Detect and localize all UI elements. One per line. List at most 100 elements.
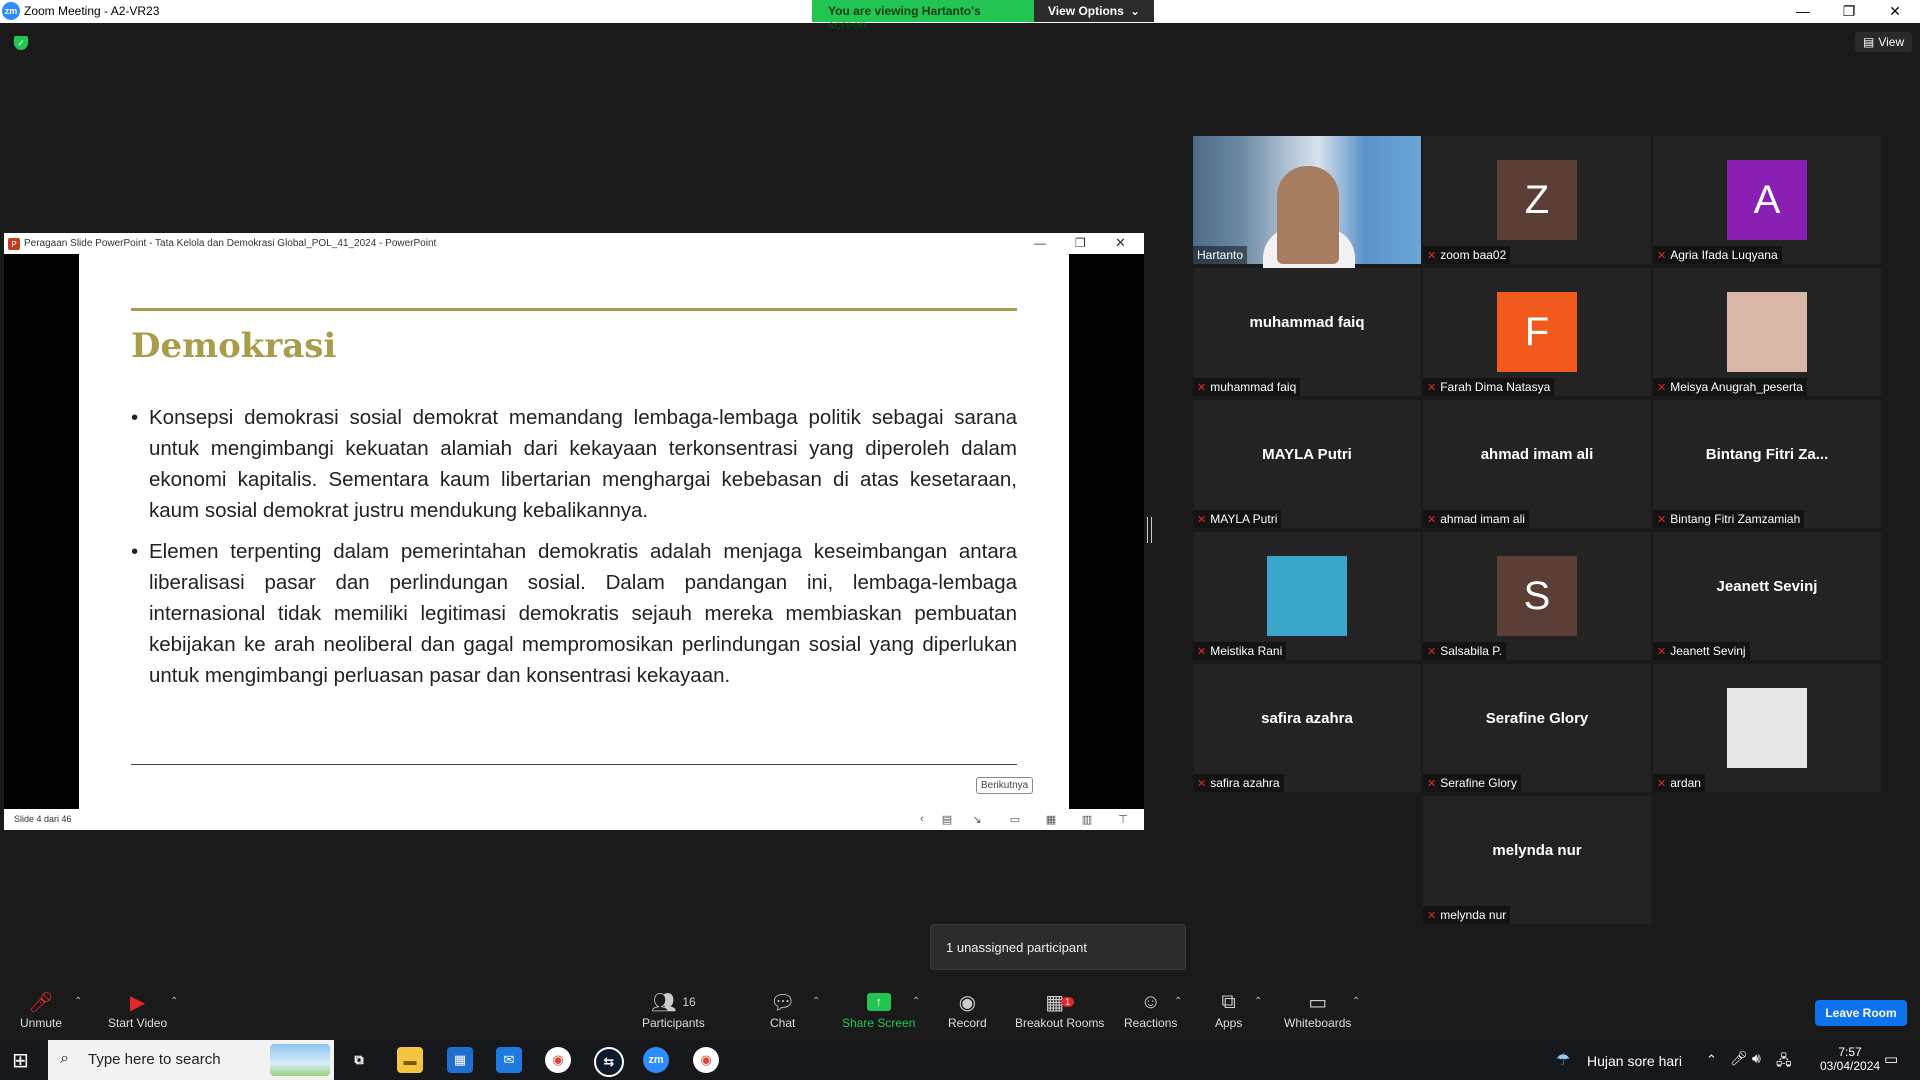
participant-tile[interactable]: F ✕ Farah Dima Natasya bbox=[1423, 268, 1651, 396]
reactions-button[interactable]: ☺ Reactions bbox=[1124, 990, 1177, 1031]
whiteboards-label: Whiteboards bbox=[1284, 1016, 1352, 1030]
apps-icon: ⧉ bbox=[1221, 990, 1236, 1013]
clock[interactable]: 7:57 03/04/2024 bbox=[1820, 1045, 1880, 1073]
normal-view-icon[interactable]: ▭ bbox=[1008, 812, 1022, 826]
participant-tile[interactable]: Serafine Glory ✕ Serafine Glory bbox=[1423, 664, 1651, 792]
whiteboards-button[interactable]: ▭ Whiteboards bbox=[1284, 990, 1352, 1031]
ppt-restore-button[interactable]: ❐ bbox=[1075, 236, 1086, 250]
muted-mic-icon: ✕ bbox=[1427, 513, 1437, 526]
participant-avatar: F bbox=[1497, 292, 1577, 372]
weather-label[interactable]: Hujan sore hari bbox=[1587, 1053, 1682, 1069]
participant-tile[interactable]: Z ✕ zoom baa02 bbox=[1423, 136, 1651, 264]
breakout-rooms-button[interactable]: ▦ 1 Breakout Rooms bbox=[1015, 990, 1105, 1031]
participant-name-label: ✕ ardan bbox=[1653, 774, 1705, 792]
participant-tile[interactable]: Jeanett Sevinj ✕ Jeanett Sevinj bbox=[1653, 532, 1881, 660]
mail-icon[interactable]: ✉ bbox=[496, 1047, 522, 1073]
participant-tile[interactable]: ✕ ardan bbox=[1653, 664, 1881, 792]
slide-bottom-rule bbox=[131, 764, 1017, 765]
participant-name: Hartanto bbox=[1197, 248, 1244, 262]
muted-mic-icon: ✕ bbox=[1197, 777, 1207, 790]
task-view-icon[interactable]: ⧉ bbox=[346, 1047, 372, 1073]
apps-button[interactable]: ⧉ Apps bbox=[1215, 990, 1242, 1031]
notifications-icon[interactable]: ▭ bbox=[1884, 1050, 1898, 1068]
chat-button[interactable]: 💬︎ Chat bbox=[770, 990, 795, 1031]
next-slide-button[interactable]: Berikutnya bbox=[976, 777, 1034, 794]
share-screen-button[interactable]: ↑ Share Screen bbox=[842, 990, 915, 1030]
view-options-button[interactable]: View Options ⌄ bbox=[1034, 0, 1154, 22]
audio-options-caret-icon[interactable]: ⌃ bbox=[74, 996, 82, 1007]
participant-tile[interactable]: ✕ Meistika Rani bbox=[1193, 532, 1421, 660]
record-button[interactable]: ◉ Record bbox=[948, 990, 987, 1031]
taskbar-search-box[interactable]: ⌕ Type here to search bbox=[48, 1040, 334, 1080]
breakout-rooms-icon: ▦ 1 bbox=[1045, 990, 1075, 1014]
reading-view-icon[interactable]: ▥ bbox=[1080, 812, 1094, 826]
slide-counter: Slide 4 dari 46 bbox=[14, 814, 72, 824]
close-button[interactable]: ✕ bbox=[1872, 0, 1918, 22]
muted-mic-icon: ✕ bbox=[1657, 777, 1667, 790]
restore-button[interactable]: ❐ bbox=[1826, 0, 1872, 22]
leave-room-button[interactable]: Leave Room bbox=[1815, 1000, 1907, 1026]
chat-options-caret-icon[interactable]: ⌃ bbox=[812, 996, 820, 1007]
splitter-handle[interactable] bbox=[1147, 517, 1152, 543]
participant-tile[interactable]: Hartanto bbox=[1193, 136, 1421, 268]
muted-mic-icon: ✕ bbox=[1427, 909, 1437, 922]
pointer-icon[interactable]: ↘ bbox=[970, 812, 984, 826]
windows-start-icon[interactable]: ⊞ bbox=[12, 1048, 29, 1073]
slideshow-icon[interactable]: ⊤ bbox=[1116, 812, 1130, 826]
teamviewer-icon[interactable]: ⇆ bbox=[594, 1047, 624, 1077]
whiteboards-caret-icon[interactable]: ⌃ bbox=[1352, 996, 1360, 1007]
file-explorer-icon[interactable]: ▬ bbox=[397, 1047, 423, 1073]
participants-button[interactable]: 👥︎ 16 Participants bbox=[642, 990, 705, 1031]
participant-name-label: ✕ MAYLA Putri bbox=[1193, 510, 1282, 528]
volume-icon[interactable]: 🔊︎ bbox=[1752, 1050, 1761, 1067]
clock-time: 7:57 bbox=[1838, 1045, 1862, 1059]
unmute-button[interactable]: 🎤︎ Unmute bbox=[20, 990, 62, 1031]
slide-sorter-icon[interactable]: ▦ bbox=[1044, 812, 1058, 826]
participant-name-label: ✕ Salsabila P. bbox=[1423, 642, 1507, 660]
security-shield-icon[interactable]: ✓ bbox=[14, 36, 28, 50]
participant-name-label: ✕ Meisya Anugrah_peserta bbox=[1653, 378, 1807, 396]
chrome-icon[interactable]: ◉ bbox=[545, 1047, 571, 1073]
participants-icon: 👥︎ 16 bbox=[650, 991, 696, 1014]
search-placeholder: Type here to search bbox=[88, 1051, 221, 1068]
weather-icon[interactable]: ☂ bbox=[1556, 1050, 1570, 1070]
participant-tile[interactable]: MAYLA Putri ✕ MAYLA Putri bbox=[1193, 400, 1421, 528]
video-options-caret-icon[interactable]: ⌃ bbox=[170, 996, 178, 1007]
breakout-rooms-label: Breakout Rooms bbox=[1015, 1016, 1105, 1030]
apps-caret-icon[interactable]: ⌃ bbox=[1254, 996, 1262, 1007]
chevron-down-icon: ⌄ bbox=[1129, 4, 1140, 18]
microphone-muted-icon: 🎤︎ bbox=[28, 991, 54, 1014]
participant-tile[interactable]: safira azahra ✕ safira azahra bbox=[1193, 664, 1421, 792]
participant-name: Salsabila P. bbox=[1440, 644, 1503, 658]
share-options-caret-icon[interactable]: ⌃ bbox=[912, 996, 920, 1007]
ppt-close-button[interactable]: ✕ bbox=[1115, 235, 1126, 251]
view-grid-icon: ▤ bbox=[1863, 35, 1875, 49]
participant-tile[interactable]: Bintang Fitri Za... ✕ Bintang Fitri Zamzam… bbox=[1653, 400, 1881, 528]
participant-tile[interactable]: ✕ Meisya Anugrah_peserta bbox=[1653, 268, 1881, 396]
microphone-tray-icon[interactable]: 🎤︎ bbox=[1730, 1050, 1748, 1067]
chrome-profile-icon[interactable]: ◉ bbox=[693, 1047, 719, 1073]
zoom-taskbar-icon[interactable]: zm bbox=[643, 1047, 669, 1073]
muted-mic-icon: ✕ bbox=[1657, 381, 1667, 394]
participant-tile[interactable]: ahmad imam ali ✕ ahmad imam ali bbox=[1423, 400, 1651, 528]
muted-mic-icon: ✕ bbox=[1427, 249, 1437, 262]
ppt-minimize-button[interactable]: — bbox=[1034, 236, 1046, 250]
notes-icon[interactable]: ▤ bbox=[940, 812, 954, 826]
viewing-screen-label: You are viewing Hartanto's screen bbox=[812, 0, 1034, 32]
previous-slide-icon[interactable]: ‹ bbox=[915, 812, 929, 826]
participant-tile[interactable]: muhammad faiq ✕ muhammad faiq bbox=[1193, 268, 1421, 396]
participant-tile[interactable]: A ✕ Agria Ifada Luqyana bbox=[1653, 136, 1881, 264]
participant-name: ahmad imam ali bbox=[1440, 512, 1525, 526]
slide-top-rule bbox=[131, 308, 1017, 311]
view-button[interactable]: ▤ View bbox=[1855, 32, 1913, 52]
network-icon[interactable]: 🖧 bbox=[1776, 1050, 1792, 1074]
minimize-button[interactable]: — bbox=[1780, 0, 1826, 22]
participant-display-name: ahmad imam ali bbox=[1480, 445, 1594, 463]
start-video-button[interactable]: ▶︎ Start Video bbox=[108, 990, 167, 1031]
reactions-caret-icon[interactable]: ⌃ bbox=[1174, 996, 1182, 1007]
hidden-icons-chevron-icon[interactable]: ⌃ bbox=[1706, 1052, 1717, 1068]
participant-tile[interactable]: melynda nur ✕ melynda nur bbox=[1423, 796, 1651, 924]
participant-tile[interactable]: S ✕ Salsabila P. bbox=[1423, 532, 1651, 660]
store-icon[interactable]: ▦ bbox=[447, 1047, 473, 1073]
participant-name: Bintang Fitri Zamzamiah bbox=[1670, 512, 1801, 526]
